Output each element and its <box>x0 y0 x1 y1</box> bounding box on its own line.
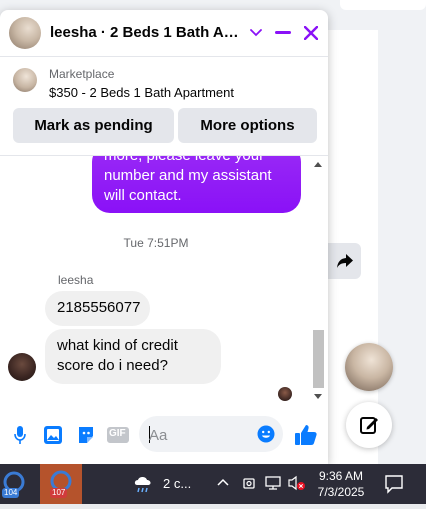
thumbs-up-icon <box>295 425 317 445</box>
emoji-icon <box>257 425 275 443</box>
notification-icon <box>385 475 403 494</box>
time-separator: Tue 7:51PM <box>123 236 189 250</box>
listing-thumbnail[interactable] <box>13 68 37 92</box>
sticker-button[interactable] <box>75 424 97 446</box>
outgoing-message[interactable]: more, please leave your number and my as… <box>92 156 301 213</box>
taskbar: 104 107 2 c... 9:36 AM 7/3/2025 <box>0 464 426 504</box>
compose-icon <box>360 417 378 434</box>
share-arrow-icon <box>336 254 353 268</box>
scroll-up-arrow-icon[interactable] <box>314 162 322 167</box>
seen-indicator-avatar <box>278 387 292 401</box>
voice-clip-button[interactable] <box>9 424 31 446</box>
volume-status[interactable] <box>287 475 307 491</box>
scrollbar-thumb[interactable] <box>313 330 324 388</box>
clock-date: 7/3/2025 <box>317 485 365 499</box>
taskbar-badge-left: 104 <box>2 488 20 498</box>
chat-title[interactable]: leesha · 2 Beds 1 Bath Apa... <box>50 24 240 41</box>
listing-kicker: Marketplace <box>49 67 115 81</box>
minimize-button[interactable] <box>271 21 295 45</box>
listing-name[interactable]: $350 - 2 Beds 1 Bath Apartment <box>49 85 234 100</box>
share-button[interactable] <box>328 243 361 279</box>
gif-label: GIF <box>109 428 126 439</box>
weather-text[interactable]: 2 c... <box>163 476 191 491</box>
message-input-wrapper[interactable] <box>139 416 283 452</box>
sync-icon <box>243 478 255 489</box>
volume-muted-icon <box>288 475 305 491</box>
chat-header: leesha · 2 Beds 1 Bath Apa... <box>0 10 328 57</box>
sender-avatar[interactable] <box>8 353 36 381</box>
more-options-button[interactable]: More options <box>178 108 317 143</box>
notifications-button[interactable] <box>384 474 404 494</box>
taskbar-badge-right: 107 <box>50 488 68 498</box>
sender-name: leesha <box>58 273 94 287</box>
taskbar-app-left[interactable]: 104 <box>0 464 36 504</box>
photo-icon <box>44 426 62 444</box>
contact-avatar[interactable] <box>9 17 41 49</box>
browser-app-icon <box>3 471 25 493</box>
message-input[interactable] <box>147 423 251 447</box>
show-hidden-icons-button[interactable] <box>217 474 229 490</box>
browser-app-icon <box>50 470 72 492</box>
weather-widget[interactable] <box>132 473 156 497</box>
close-button[interactable] <box>299 21 323 45</box>
mark-as-pending-button[interactable]: Mark as pending <box>13 108 174 143</box>
rain-cloud-icon <box>134 477 151 493</box>
chevron-up-icon <box>217 478 229 486</box>
message-composer: GIF <box>0 410 328 464</box>
chat-window: leesha · 2 Beds 1 Bath Apa... Marketplac… <box>0 10 328 464</box>
attach-photo-button[interactable] <box>42 424 64 446</box>
outgoing-message-text: more, please leave your number and my as… <box>104 156 272 204</box>
chat-head-avatar[interactable] <box>345 343 393 391</box>
message-scrollbar[interactable] <box>312 158 325 399</box>
marketplace-listing-banner: Marketplace $350 - 2 Beds 1 Bath Apartme… <box>0 57 328 156</box>
chat-options-button[interactable] <box>244 21 268 45</box>
like-button[interactable] <box>293 422 319 448</box>
network-icon <box>265 476 281 490</box>
incoming-message[interactable]: what kind of credit score do i need? <box>45 329 221 384</box>
taskbar-app-active[interactable]: 107 <box>40 464 82 504</box>
close-icon <box>304 26 318 40</box>
incoming-message-text: what kind of credit score do i need? <box>57 337 178 374</box>
microphone-icon <box>14 426 26 444</box>
gif-button[interactable]: GIF <box>107 424 129 446</box>
minimize-icon <box>275 31 291 34</box>
background-top-card <box>340 0 426 10</box>
system-clock[interactable]: 9:36 AM 7/3/2025 <box>313 468 369 500</box>
scroll-down-arrow-icon[interactable] <box>314 394 322 399</box>
clock-time: 9:36 AM <box>318 469 364 483</box>
chevron-down-icon <box>250 29 262 37</box>
incoming-message-text: 2185556077 <box>57 299 141 316</box>
incoming-message[interactable]: 2185556077 <box>45 291 150 326</box>
emoji-button[interactable] <box>257 425 275 443</box>
sticker-icon <box>79 427 93 443</box>
network-status[interactable] <box>264 475 282 491</box>
sync-status[interactable] <box>242 476 256 490</box>
new-message-button[interactable] <box>346 402 392 448</box>
message-list: more, please leave your number and my as… <box>0 156 328 402</box>
